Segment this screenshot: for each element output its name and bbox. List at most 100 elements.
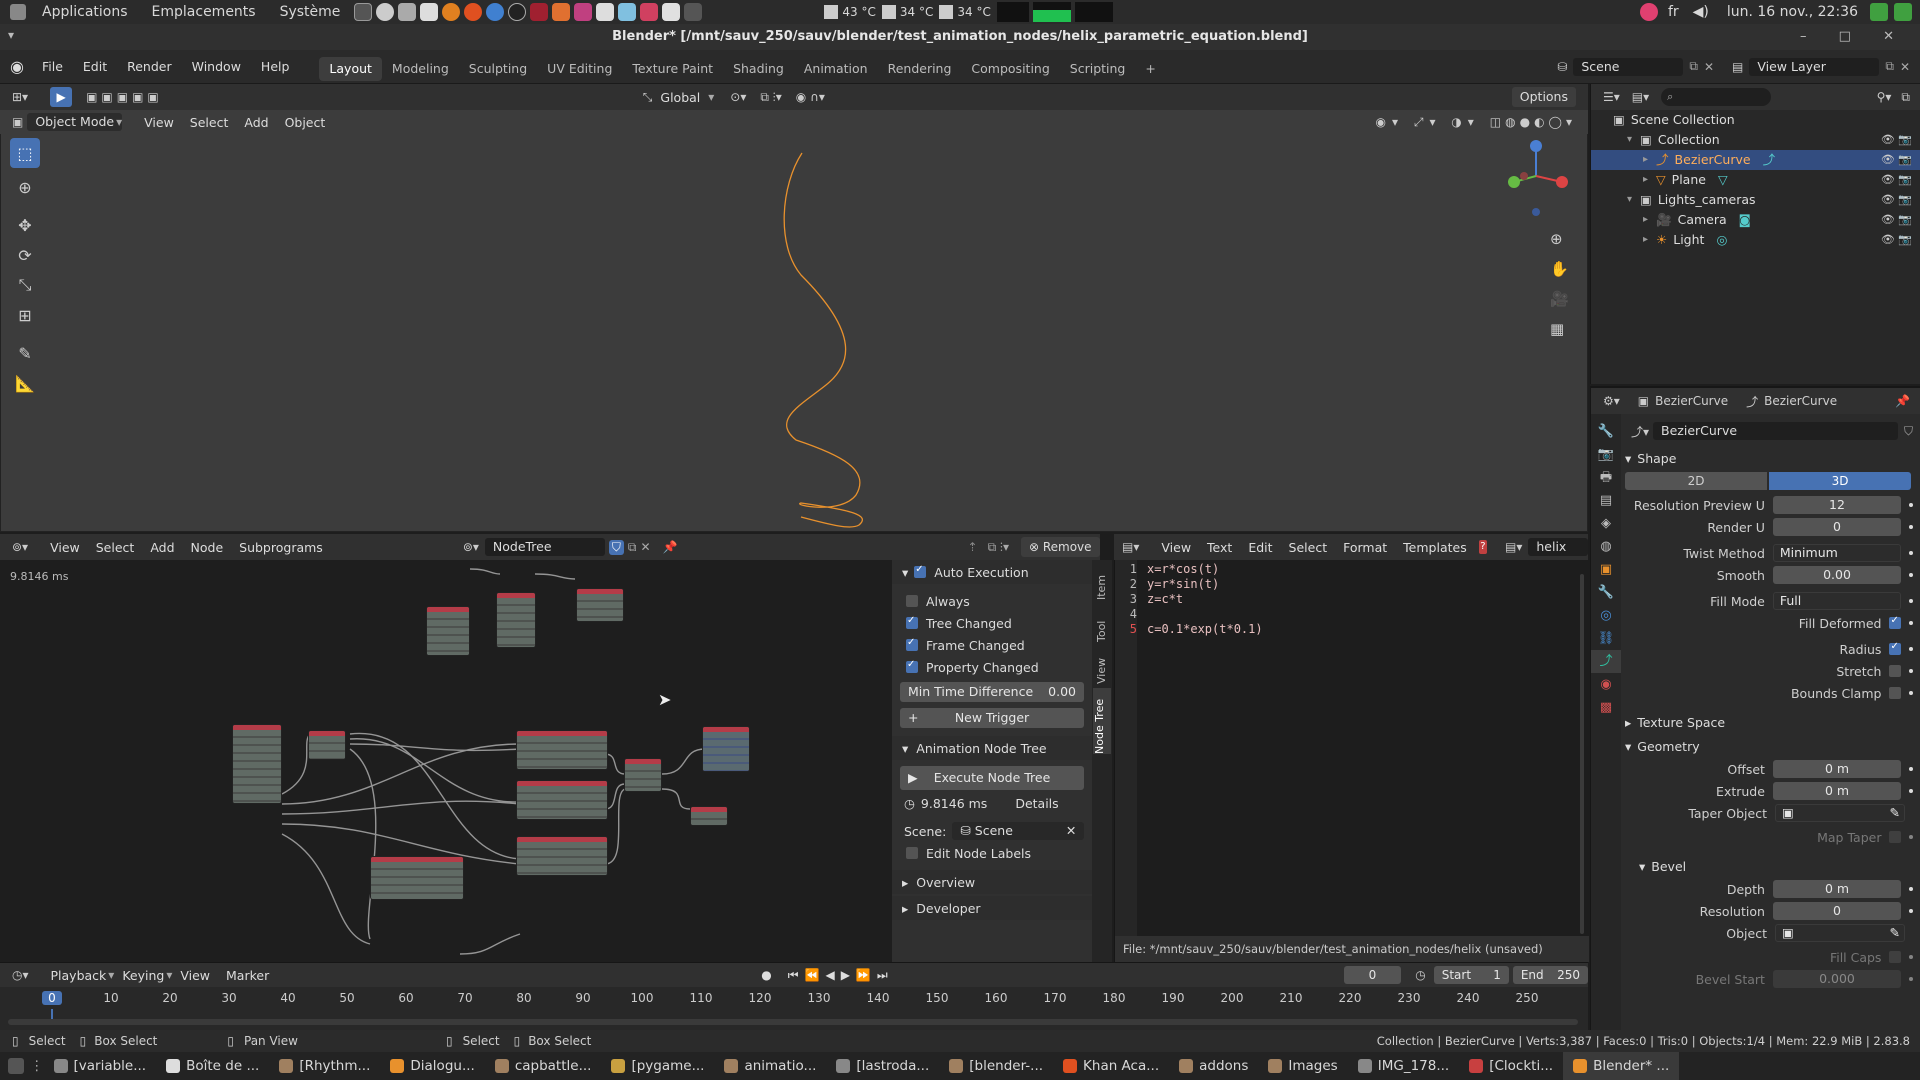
keyframe-dot[interactable] bbox=[1909, 789, 1913, 793]
editor-type-icon[interactable]: ⊞▾ bbox=[12, 90, 28, 104]
taper-object-field[interactable]: ▣ ✎ bbox=[1775, 804, 1905, 822]
keyframe-dot[interactable] bbox=[1909, 669, 1913, 673]
visibility-toggle-icons[interactable]: 👁 📷 bbox=[1881, 130, 1912, 150]
menu-help[interactable]: Help bbox=[251, 50, 300, 84]
tab-layout[interactable]: Layout bbox=[319, 57, 382, 81]
material-tab-icon[interactable]: ◉ bbox=[1591, 673, 1621, 696]
taskbar-window-button[interactable]: [lastroda... bbox=[826, 1052, 939, 1080]
outliner-row-collection[interactable]: ▾ ▣ Collection 👁 📷 bbox=[1591, 130, 1920, 150]
scene-field[interactable]: ⛁ Scene ✕ bbox=[952, 822, 1085, 840]
keyframe-dot[interactable] bbox=[1909, 955, 1913, 959]
updates-icon[interactable] bbox=[1870, 3, 1888, 21]
code-line[interactable]: 3 z=c*t bbox=[1119, 592, 1263, 607]
clear-icon[interactable]: ✕ bbox=[1066, 822, 1076, 840]
always-checkbox[interactable] bbox=[906, 595, 918, 607]
menu-view[interactable]: View bbox=[136, 115, 182, 130]
bounds-clamp-checkbox[interactable] bbox=[1889, 687, 1902, 699]
geometry-panel-header[interactable]: ▾ Geometry bbox=[1625, 734, 1913, 758]
tab-uv-editing[interactable]: UV Editing bbox=[537, 57, 622, 81]
notification-icon[interactable] bbox=[1639, 3, 1658, 21]
visibility-toggle-icons[interactable]: 👁 📷 bbox=[1881, 230, 1912, 250]
move-icon[interactable]: ✥ bbox=[10, 210, 40, 240]
ortho-grid-icon[interactable]: ▦ bbox=[1550, 314, 1569, 344]
editor-type-icon[interactable]: ☰▾ bbox=[1603, 90, 1620, 104]
bevel-start-field[interactable]: 0.000 bbox=[1772, 970, 1902, 988]
tab-sculpting[interactable]: Sculpting bbox=[459, 57, 537, 81]
text-datablock-selector[interactable]: helix bbox=[1528, 538, 1588, 556]
keyframe-dot[interactable] bbox=[1909, 525, 1913, 529]
stopwatch-icon[interactable]: ◷ bbox=[1415, 968, 1425, 982]
snap-icon[interactable]: ⧉ ⫶▾ bbox=[760, 90, 781, 105]
pin-icon[interactable]: 📌 bbox=[663, 540, 678, 554]
texture-tab-icon[interactable]: ▩ bbox=[1591, 696, 1621, 719]
start-frame-field[interactable]: Start 1 bbox=[1433, 966, 1509, 984]
window-menu-icon[interactable]: ▾ bbox=[8, 28, 24, 44]
pin-icon[interactable]: 📌 bbox=[1895, 394, 1910, 408]
keyframe-dot[interactable] bbox=[1909, 887, 1913, 891]
keyframe-dot[interactable] bbox=[1909, 551, 1913, 555]
terminal-icon[interactable] bbox=[354, 3, 373, 21]
physics-tab-icon[interactable]: ◎ bbox=[1591, 604, 1621, 627]
show-desktop-icon[interactable] bbox=[8, 1058, 24, 1074]
record-icon[interactable]: ● bbox=[761, 968, 771, 982]
outliner-row-light[interactable]: ▸ ☀ Light ◎ 👁 📷 bbox=[1591, 230, 1920, 250]
object-tab-icon[interactable]: ▣ bbox=[1591, 558, 1621, 581]
menu-templates[interactable]: Templates bbox=[1395, 540, 1475, 555]
menu-window[interactable]: Window bbox=[182, 50, 251, 84]
applications-menu[interactable]: Applications bbox=[30, 0, 140, 24]
3d-button[interactable]: 3D bbox=[1769, 472, 1911, 490]
menu-file[interactable]: File bbox=[32, 50, 73, 84]
developer-header[interactable]: ▸ Developer bbox=[892, 896, 1092, 920]
curve-data-tab-icon[interactable]: ⤴ bbox=[1591, 650, 1621, 673]
expand-chevron-icon[interactable]: ▸ bbox=[1643, 150, 1648, 170]
menu-view[interactable]: View bbox=[172, 968, 218, 983]
code-line[interactable]: 2 y=r*sin(t) bbox=[1119, 577, 1263, 592]
app-icon[interactable] bbox=[596, 3, 615, 21]
annotate-icon[interactable]: ✎ bbox=[10, 338, 40, 368]
fake-user-icon[interactable]: ⛉ bbox=[1904, 424, 1913, 439]
shape-panel-header[interactable]: ▾ Shape bbox=[1625, 446, 1913, 470]
menu-object[interactable]: Object bbox=[277, 115, 334, 130]
smooth-field[interactable]: 0.00 bbox=[1772, 566, 1902, 584]
browser-icon[interactable] bbox=[376, 3, 395, 21]
select-box-icon[interactable]: ⬚ bbox=[10, 138, 40, 168]
files-icon[interactable] bbox=[398, 3, 417, 21]
pan-hand-icon[interactable]: ✋ bbox=[1550, 254, 1569, 284]
stretch-checkbox[interactable] bbox=[1889, 665, 1902, 677]
visibility-toggle-icons[interactable]: 👁 📷 bbox=[1881, 210, 1912, 230]
node-box[interactable] bbox=[516, 836, 608, 876]
text-editor[interactable]: 1 x=r*cos(t) 2 y=r*sin(t) 3 z=c*t 4 5 c=0.1*exp(… bbox=[1114, 534, 1589, 962]
camera-view-icon[interactable]: 🎥 bbox=[1550, 284, 1569, 314]
chrome-icon[interactable] bbox=[486, 3, 505, 21]
blender-launcher-icon[interactable] bbox=[442, 3, 461, 21]
fill-deformed-checkbox[interactable] bbox=[1889, 615, 1902, 629]
steam-icon[interactable] bbox=[508, 3, 527, 21]
menu-select[interactable]: Select bbox=[1281, 540, 1336, 555]
menu-add[interactable]: Add bbox=[236, 115, 276, 130]
taskbar-window-button[interactable]: [Rhythm... bbox=[269, 1052, 380, 1080]
selection-mode-icons[interactable]: ▣▣▣▣▣ bbox=[86, 90, 163, 104]
taskbar-window-button[interactable]: [blender-... bbox=[939, 1052, 1053, 1080]
rotate-icon[interactable]: ⟳ bbox=[10, 240, 40, 270]
edit-node-labels-row[interactable]: Edit Node Labels bbox=[892, 842, 1092, 864]
visibility-toggle-icons[interactable]: 👁 📷 bbox=[1881, 170, 1912, 190]
keyframe-dot[interactable] bbox=[1909, 691, 1913, 695]
new-scene-icon[interactable]: ⧉ bbox=[1689, 59, 1698, 74]
2d-button[interactable]: 2D bbox=[1625, 472, 1767, 490]
resolution-preview-field[interactable]: 12 bbox=[1772, 496, 1902, 514]
end-frame-field[interactable]: End 250 bbox=[1512, 966, 1588, 984]
auto-execution-header[interactable]: ▾Auto Execution bbox=[892, 560, 1092, 584]
editor-type-icon[interactable]: ▤▾ bbox=[1122, 540, 1139, 554]
menu-select[interactable]: Select bbox=[88, 540, 143, 555]
taskbar-window-button[interactable]: [Clockti... bbox=[1459, 1052, 1563, 1080]
offset-field[interactable]: 0 m bbox=[1772, 760, 1902, 778]
volume-icon[interactable]: ◀) bbox=[1693, 4, 1709, 20]
taskbar-window-button[interactable]: IMG_178... bbox=[1348, 1052, 1459, 1080]
taskbar-window-button[interactable]: capbattle... bbox=[485, 1052, 602, 1080]
twist-method-dropdown[interactable]: Minimum bbox=[1772, 544, 1902, 562]
min-time-field[interactable]: Min Time Difference 0.00 bbox=[900, 682, 1084, 702]
eyedropper-icon[interactable]: ✎ bbox=[1890, 925, 1900, 941]
outliner-scene-collection[interactable]: ▣ Scene Collection bbox=[1591, 110, 1920, 130]
visibility-toggle-icons[interactable]: 👁 📷 bbox=[1881, 190, 1912, 210]
modifier-tab-icon[interactable]: 🔧 bbox=[1591, 581, 1621, 604]
